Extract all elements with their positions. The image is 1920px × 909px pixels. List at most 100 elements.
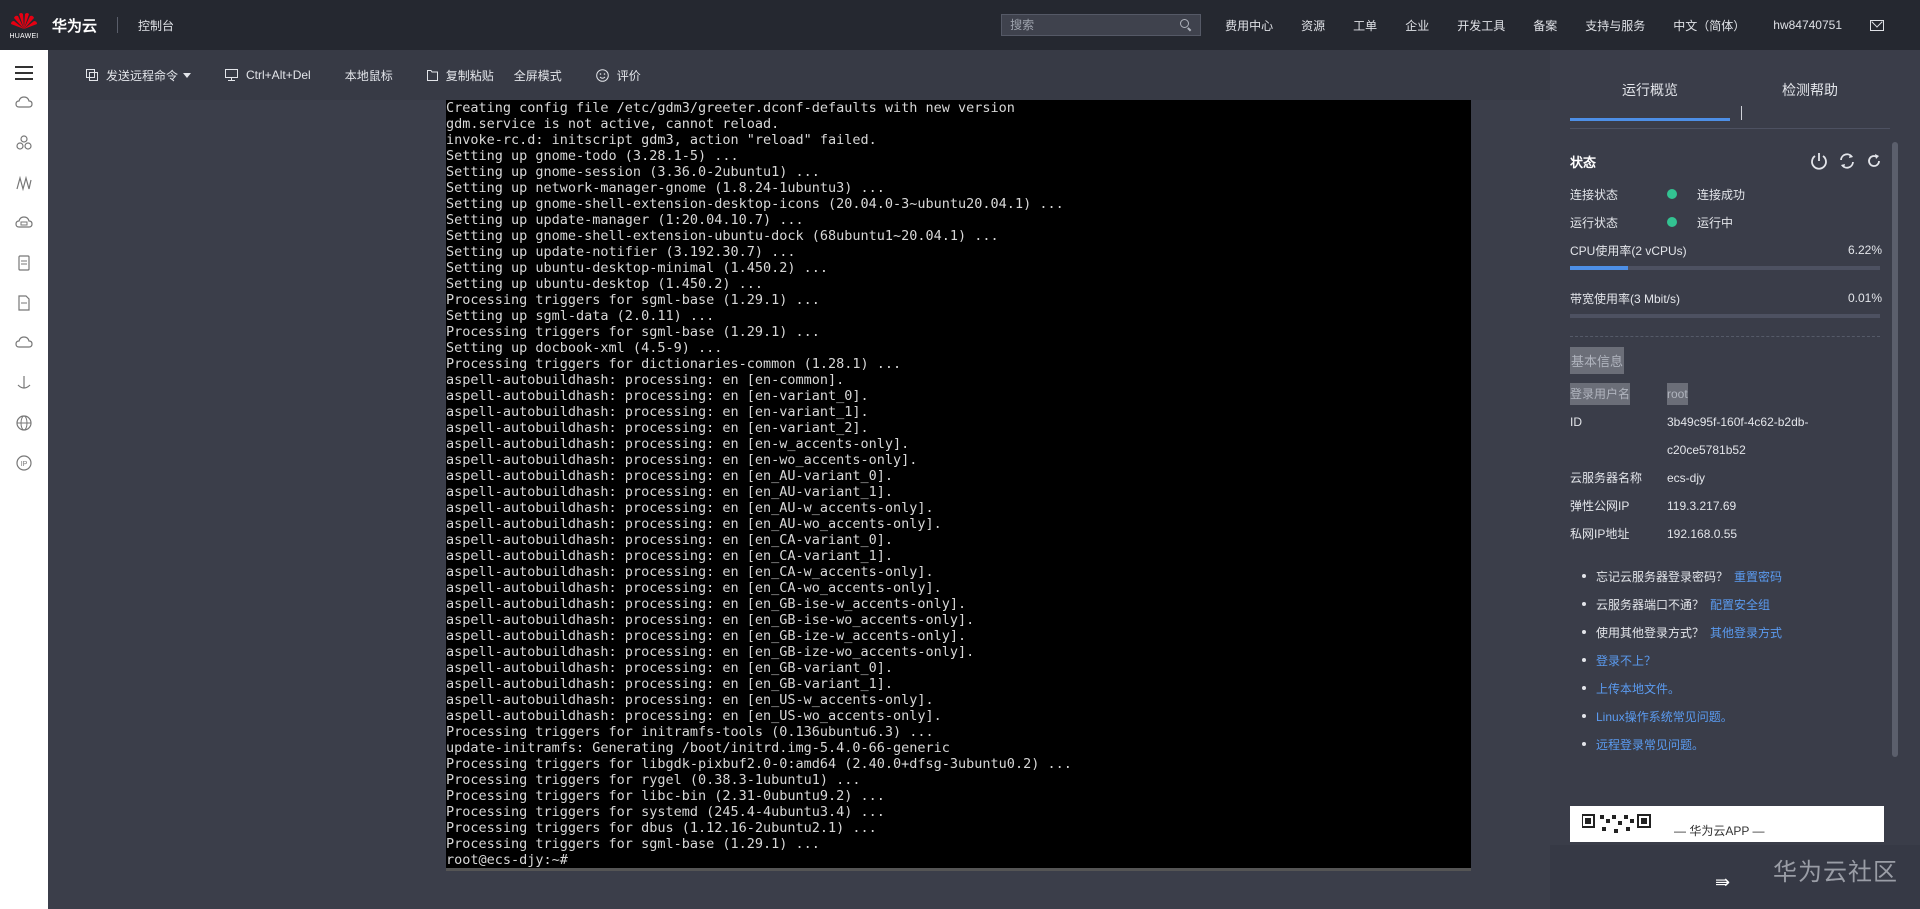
security-group-link[interactable]: 配置安全组 (1710, 596, 1770, 613)
tip-linux-faq[interactable]: Linux操作系统常见问题。 (1582, 702, 1882, 730)
terminal-line: aspell-autobuildhash: processing: en [en… (446, 564, 934, 580)
terminal-line: Setting up ubuntu-desktop (1.450.2) ... (446, 276, 763, 292)
panel-scrollbar[interactable] (1892, 142, 1898, 757)
restart-icon[interactable] (1838, 152, 1856, 170)
server-name-row: 云服务器名称 ecs-djy (1570, 464, 1882, 492)
help-tips: 忘记云服务器登录密码？ 重置密码 云服务器端口不通？ 配置安全组 使用其他登录方… (1582, 562, 1882, 758)
terminal-line: aspell-autobuildhash: processing: en [en… (446, 468, 894, 484)
chart-icon[interactable] (15, 174, 33, 192)
section-separator (1570, 336, 1880, 337)
run-status-label: 运行状态 (1570, 215, 1619, 230)
rate-label: 评价 (616, 68, 641, 83)
basic-info-title: 基本信息 (1570, 347, 1625, 374)
remote-login-faq-link[interactable]: 远程登录常见问题。 (1596, 736, 1704, 753)
terminal-line: update-initramfs: Generating /boot/initr… (446, 740, 950, 756)
bandwidth-usage-bar (1570, 314, 1880, 318)
terminal-line: aspell-autobuildhash: processing: en [en… (446, 388, 869, 404)
nav-tickets[interactable]: 工单 (1353, 17, 1377, 34)
tip-upload-file[interactable]: 上传本地文件。 (1582, 674, 1882, 702)
globe-icon[interactable] (15, 414, 33, 432)
file-icon[interactable] (15, 294, 33, 312)
nav-support[interactable]: 支持与服务 (1585, 17, 1645, 34)
bandwidth-usage-label: 带宽使用率(3 Mbit/s) (1570, 291, 1681, 306)
status-actions (1810, 152, 1882, 170)
terminal-line: Processing triggers for systemd (245.4-4… (446, 804, 885, 820)
chevron-down-icon (183, 72, 192, 78)
refresh-icon[interactable] (1866, 153, 1882, 169)
terminal-line: Setting up update-notifier (3.192.30.7) … (446, 244, 796, 260)
tip-security-group: 云服务器端口不通？ 配置安全组 (1582, 590, 1882, 618)
ctrl-alt-del-button[interactable]: Ctrl+Alt+Del (225, 68, 311, 82)
terminal-line: aspell-autobuildhash: processing: en [en… (446, 548, 894, 564)
search-box[interactable] (1001, 14, 1202, 36)
local-mouse-label: 本地鼠标 (344, 68, 393, 83)
terminal-line: aspell-autobuildhash: processing: en [en… (446, 612, 975, 628)
reset-password-link[interactable]: 重置密码 (1734, 568, 1782, 585)
nav-resources[interactable]: 资源 (1301, 17, 1325, 34)
nav-icp-filing[interactable]: 备案 (1533, 17, 1557, 34)
public-ip-row: 弹性公网IP 119.3.217.69 (1570, 492, 1882, 520)
fullscreen-button[interactable]: 全屏模式 (514, 67, 562, 84)
qr-code-icon (1582, 814, 1651, 833)
terminal-line: Setting up network-manager-gnome (1.8.24… (446, 180, 885, 196)
terminal-line: Processing triggers for dictionaries-com… (446, 356, 902, 372)
id-value-line1: 3b49c95f-160f-4c62-b2db- (1667, 415, 1809, 429)
nav-enterprise[interactable]: 企业 (1405, 17, 1429, 34)
collapse-panel-icon[interactable]: ⇛ (1715, 872, 1730, 893)
console-link[interactable]: 控制台 (138, 17, 174, 34)
tab-help[interactable]: 检测帮助 (1730, 80, 1890, 108)
terminal-line: aspell-autobuildhash: processing: en [en… (446, 660, 894, 676)
terminal-line: Processing triggers for sgml-base (1.29.… (446, 324, 820, 340)
power-icon[interactable] (1810, 152, 1828, 170)
vnc-terminal-screen[interactable]: Creating config file /etc/gdm3/greeter.d… (446, 100, 1471, 868)
search-input[interactable] (1010, 18, 1181, 32)
nav-dev-tools[interactable]: 开发工具 (1457, 17, 1505, 34)
cannot-login-link[interactable]: 登录不上？ (1596, 652, 1656, 669)
qr-caption: — 华为云APP — (1674, 823, 1765, 838)
terminal-line: aspell-autobuildhash: processing: en [en… (446, 596, 967, 612)
tip-other-login: 使用其他登录方式？ 其他登录方式 (1582, 618, 1882, 646)
public-ip-label: 弹性公网IP (1570, 499, 1630, 513)
tab-overview[interactable]: 运行概览 (1570, 80, 1730, 121)
send-command-label: 发送远程命令 (106, 68, 179, 83)
terminal-line: aspell-autobuildhash: processing: en [en… (446, 628, 967, 644)
terminal-line: Processing triggers for libgdk-pixbuf2.0… (446, 756, 1072, 772)
logo-text: HUAWEI (9, 32, 39, 40)
tip-remote-login-faq[interactable]: 远程登录常见问题。 (1582, 730, 1882, 758)
fullscreen-label: 全屏模式 (513, 68, 562, 83)
linux-faq-link[interactable]: Linux操作系统常见问题。 (1596, 708, 1733, 725)
public-ip-value: 119.3.217.69 (1667, 499, 1737, 513)
upload-file-link[interactable]: 上传本地文件。 (1596, 680, 1680, 697)
server-name-label: 云服务器名称 (1570, 471, 1643, 485)
copy-paste-button[interactable]: 复制粘贴 (426, 67, 494, 84)
menu-icon[interactable] (15, 66, 33, 80)
ip-icon[interactable]: IP (15, 454, 33, 472)
document-icon[interactable] (15, 254, 33, 272)
text-cursor (1741, 106, 1742, 120)
tip-cannot-login[interactable]: 登录不上？ (1582, 646, 1882, 674)
terminal-line: aspell-autobuildhash: processing: en [en… (446, 692, 934, 708)
nav-account[interactable]: hw84740751 (1773, 18, 1842, 32)
terminal-line: aspell-autobuildhash: processing: en [en… (446, 404, 869, 420)
send-command-dropdown[interactable]: 发送远程命令 (86, 67, 192, 84)
local-mouse-button[interactable]: 本地鼠标 (345, 67, 393, 84)
search-icon[interactable] (1180, 19, 1192, 31)
cloud-icon[interactable] (15, 94, 33, 112)
nav-billing[interactable]: 费用中心 (1225, 17, 1273, 34)
cluster-icon[interactable] (15, 134, 33, 152)
rate-button[interactable]: 评价 (595, 67, 641, 84)
mail-icon[interactable] (1870, 19, 1884, 31)
cloud-upload-icon[interactable] (15, 334, 33, 352)
command-icon (86, 69, 98, 81)
ship-icon[interactable] (15, 374, 33, 392)
terminal-line: aspell-autobuildhash: processing: en [en… (446, 516, 942, 532)
cloud-disk-icon[interactable] (15, 214, 33, 232)
huawei-logo[interactable]: HUAWEI (0, 0, 48, 50)
brand-name[interactable]: 华为云 (52, 15, 97, 36)
id-row: ID 3b49c95f-160f-4c62-b2db- c20ce5781b52 (1570, 408, 1882, 464)
terminal-line: Processing triggers for rygel (0.38.3-1u… (446, 772, 861, 788)
run-status-dot (1667, 217, 1677, 227)
other-login-link[interactable]: 其他登录方式 (1710, 624, 1782, 641)
nav-language[interactable]: 中文（简体） (1673, 17, 1745, 34)
terminal-line: Processing triggers for initramfs-tools … (446, 724, 934, 740)
